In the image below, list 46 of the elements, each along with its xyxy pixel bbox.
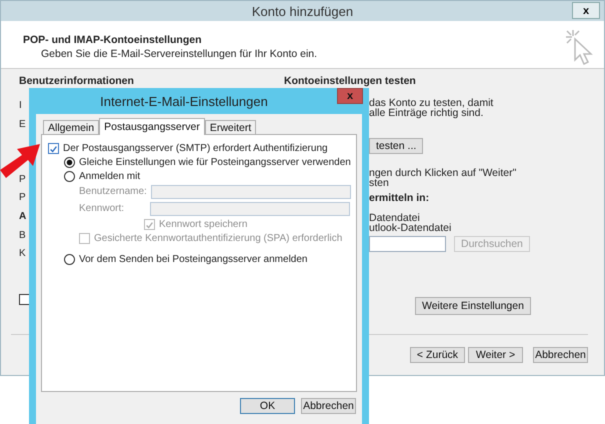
checkbox-label: Kennwort speichern — [159, 218, 248, 230]
header-subtitle: Geben Sie die E-Mail-Servereinstellungen für Ihr Konto ein. — [40, 48, 318, 60]
close-button[interactable]: x — [337, 88, 363, 104]
section-heading: ermitteln in: — [369, 193, 430, 203]
field-label: P — [19, 192, 26, 204]
checkbox[interactable] — [48, 142, 59, 154]
radio-button[interactable] — [64, 254, 75, 264]
section-heading: Kontoeinstellungen testen — [284, 75, 417, 87]
dialog-title: Internet-E-Mail-Einstellungen — [100, 94, 268, 108]
window-title: Konto hinzufügen — [252, 4, 354, 18]
text-line: ngen durch Klicken auf "Weiter" — [369, 168, 518, 178]
text-line: alle Einträge richtig sind. — [369, 108, 484, 118]
field-label: B — [19, 230, 26, 242]
checkbox-label: Gesicherte Kennwortauthentifizierung (SPA) erforderlich — [94, 232, 342, 244]
radio-button[interactable] — [64, 156, 75, 168]
nav-button[interactable]: Abbrechen — [533, 347, 588, 363]
dialog-button[interactable]: OK — [240, 398, 295, 414]
field-label: Benutzername: — [79, 186, 147, 197]
text-line: sten — [369, 178, 389, 188]
radio-label: Vor dem Senden bei Posteingangsserver anmelden — [79, 254, 308, 264]
nav-button[interactable]: Weiter > — [468, 347, 523, 363]
text-line: das Konto zu testen, damit — [369, 98, 494, 108]
header-title: POP- und IMAP-Kontoeinstellungen — [23, 34, 202, 46]
field-label: P — [19, 174, 26, 186]
field-label: E — [19, 118, 26, 131]
path-field[interactable] — [369, 236, 446, 252]
radio-label: Anmelden mit — [79, 170, 140, 182]
tab[interactable]: Allgemein — [43, 120, 100, 134]
dialog-button[interactable]: Abbrechen — [301, 398, 356, 414]
more-settings-button[interactable]: Weitere Einstellungen — [415, 297, 531, 315]
tab[interactable]: Erweitert — [204, 120, 256, 134]
checkbox[interactable] — [19, 294, 30, 306]
text-line: utlook-Datendatei — [369, 223, 452, 233]
field-label: K — [19, 248, 26, 260]
text-line: Datendatei — [369, 213, 420, 223]
radio-label: Gleiche Einstellungen wie für Posteingangsserver verwenden — [79, 156, 351, 168]
test-button[interactable]: testen ... — [369, 138, 424, 154]
section-heading: Benutzerinformationen — [19, 75, 134, 87]
field-label: A — [19, 211, 26, 224]
checkbox-label: Der Postausgangsserver (SMTP) erfordert Authentifizierung — [63, 142, 328, 154]
tab[interactable]: Postausgangsserver — [99, 118, 205, 135]
field-label: I — [19, 100, 22, 112]
nav-button[interactable]: < Zurück — [410, 347, 465, 363]
radio-button[interactable] — [64, 170, 75, 182]
close-button[interactable]: x — [572, 2, 600, 19]
field-label: Kennwort: — [79, 203, 126, 214]
